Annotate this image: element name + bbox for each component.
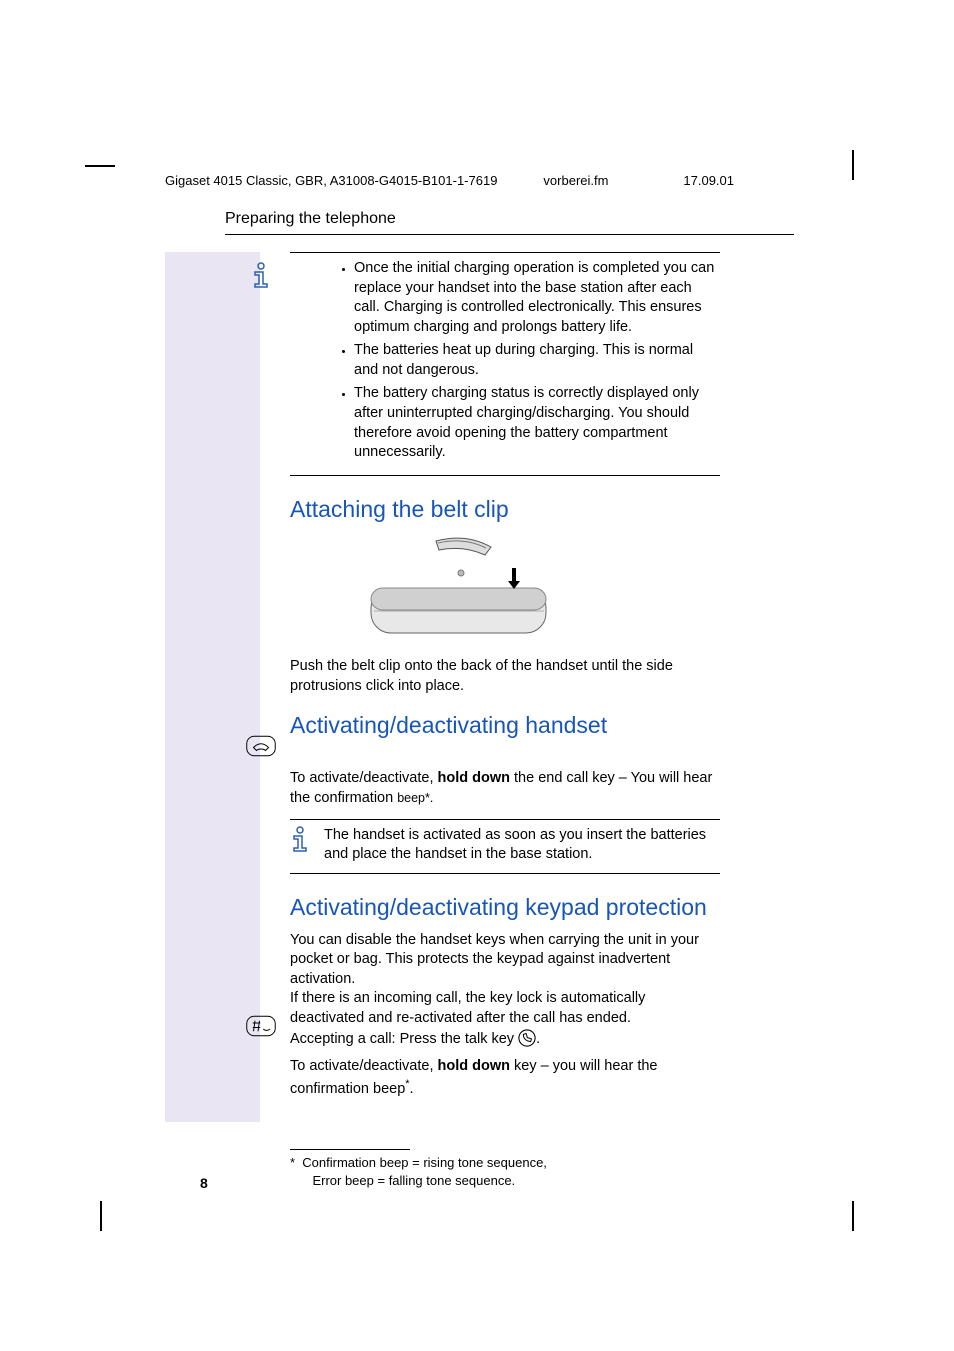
heading-handset: Activating/deactivating handset bbox=[290, 710, 720, 741]
section-title: Preparing the telephone bbox=[225, 208, 794, 235]
footnote: * Confirmation beep = rising tone sequen… bbox=[290, 1154, 720, 1189]
handset-text: To activate/deactivate, hold down the en… bbox=[290, 769, 720, 808]
note-text: The handset is activated as soon as you … bbox=[324, 826, 720, 865]
crop-mark bbox=[100, 1201, 102, 1231]
info-icon bbox=[290, 826, 310, 861]
info-icon bbox=[242, 262, 280, 297]
keypad-p2: If there is an incoming call, the key lo… bbox=[290, 989, 720, 1028]
heading-keypad: Activating/deactivating keypad protectio… bbox=[290, 892, 720, 923]
keypad-p1: You can disable the handset keys when ca… bbox=[290, 931, 720, 990]
note-item: The battery charging status is correctly… bbox=[354, 384, 720, 462]
talk-key-icon bbox=[518, 1031, 536, 1047]
footnote-separator bbox=[290, 1149, 410, 1150]
keypad-toggle-text: To activate/deactivate, hold down key – … bbox=[290, 1057, 720, 1099]
filename: vorberei.fm bbox=[543, 172, 608, 190]
keypad-p3: Accepting a call: Press the talk key . bbox=[290, 1029, 720, 1050]
header-metadata: Gigaset 4015 Classic, GBR, A31008-G4015-… bbox=[165, 172, 794, 190]
note-item: Once the initial charging operation is c… bbox=[354, 259, 720, 337]
crop-mark bbox=[85, 165, 115, 167]
belt-clip-illustration bbox=[366, 533, 720, 650]
end-call-key-icon bbox=[242, 735, 280, 764]
note-item: The batteries heat up during charging. T… bbox=[354, 341, 720, 380]
section-title-text: Preparing the telephone bbox=[225, 210, 396, 227]
page-number: 8 bbox=[200, 1174, 208, 1193]
note-box-charging: Once the initial charging operation is c… bbox=[290, 252, 720, 476]
note-box-handset: The handset is activated as soon as you … bbox=[290, 819, 720, 874]
doc-id: Gigaset 4015 Classic, GBR, A31008-G4015-… bbox=[165, 172, 497, 190]
crop-mark bbox=[852, 150, 854, 180]
decorative-left-bar bbox=[165, 252, 260, 1122]
date: 17.09.01 bbox=[683, 172, 734, 190]
crop-mark bbox=[852, 1201, 854, 1231]
belt-clip-text: Push the belt clip onto the back of the … bbox=[290, 657, 720, 696]
heading-belt-clip: Attaching the belt clip bbox=[290, 494, 720, 525]
hash-key-icon bbox=[242, 1015, 280, 1044]
